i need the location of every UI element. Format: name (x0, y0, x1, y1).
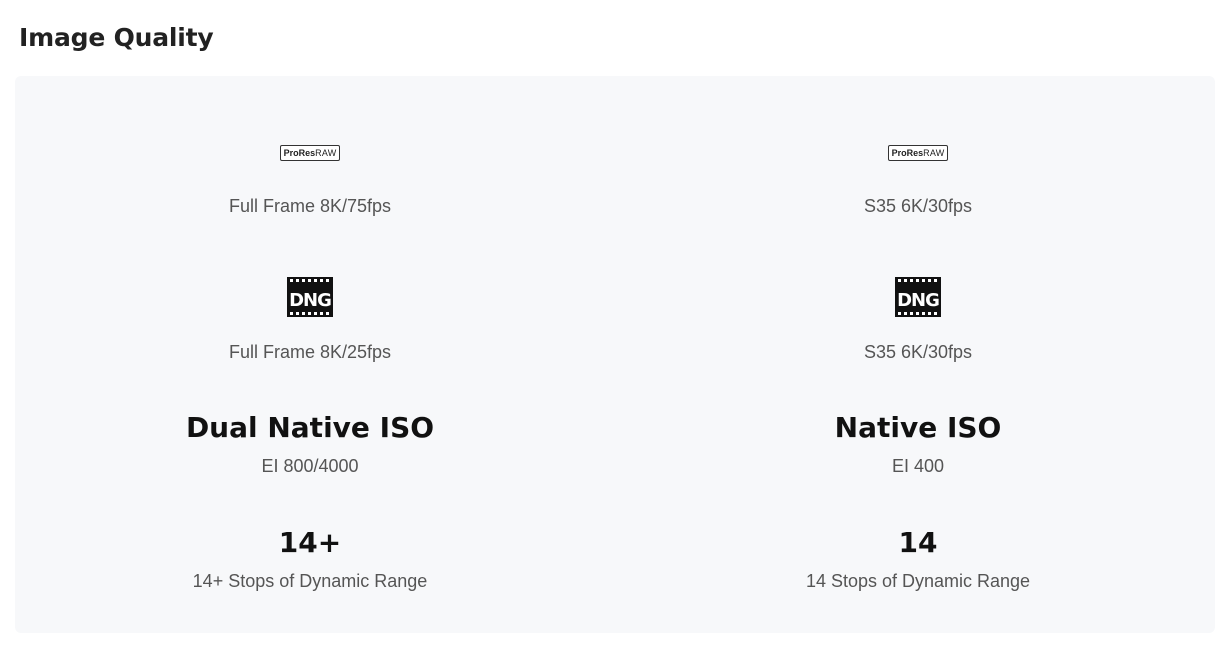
dng-spec: Full Frame 8K/25fps (228, 342, 392, 362)
iso-value: EI 800/4000 (261, 456, 359, 476)
iso-title: Dual Native ISO (185, 411, 435, 444)
dng-spec: S35 6K/30fps (863, 342, 973, 362)
image-quality-panel: ProResRAW Full Frame 8K/75fps DNG Full F… (15, 76, 1215, 633)
prores-spec: S35 6K/30fps (863, 196, 973, 216)
iso-title: Native ISO (834, 411, 1002, 444)
svg-text:DNG: DNG (897, 290, 939, 311)
prores-raw-icon: ProResRAW (15, 143, 605, 161)
dynamic-range-description: 14+ Stops of Dynamic Range (192, 571, 428, 591)
dng-film-icon: DNG (15, 277, 605, 322)
column-right: ProResRAW S35 6K/30fps DNG S35 6K/30fps … (623, 76, 1223, 633)
svg-text:DNG: DNG (289, 290, 331, 311)
column-left: ProResRAW Full Frame 8K/75fps DNG Full F… (15, 76, 615, 633)
prores-spec: Full Frame 8K/75fps (228, 196, 392, 216)
iso-value: EI 400 (891, 456, 945, 476)
page-title: Image Quality (19, 23, 214, 52)
dynamic-range-value: 14 (898, 526, 938, 559)
dynamic-range-description: 14 Stops of Dynamic Range (805, 571, 1031, 591)
prores-raw-icon: ProResRAW (623, 143, 1213, 161)
dynamic-range-value: 14+ (278, 526, 342, 559)
dng-film-icon: DNG (623, 277, 1213, 322)
